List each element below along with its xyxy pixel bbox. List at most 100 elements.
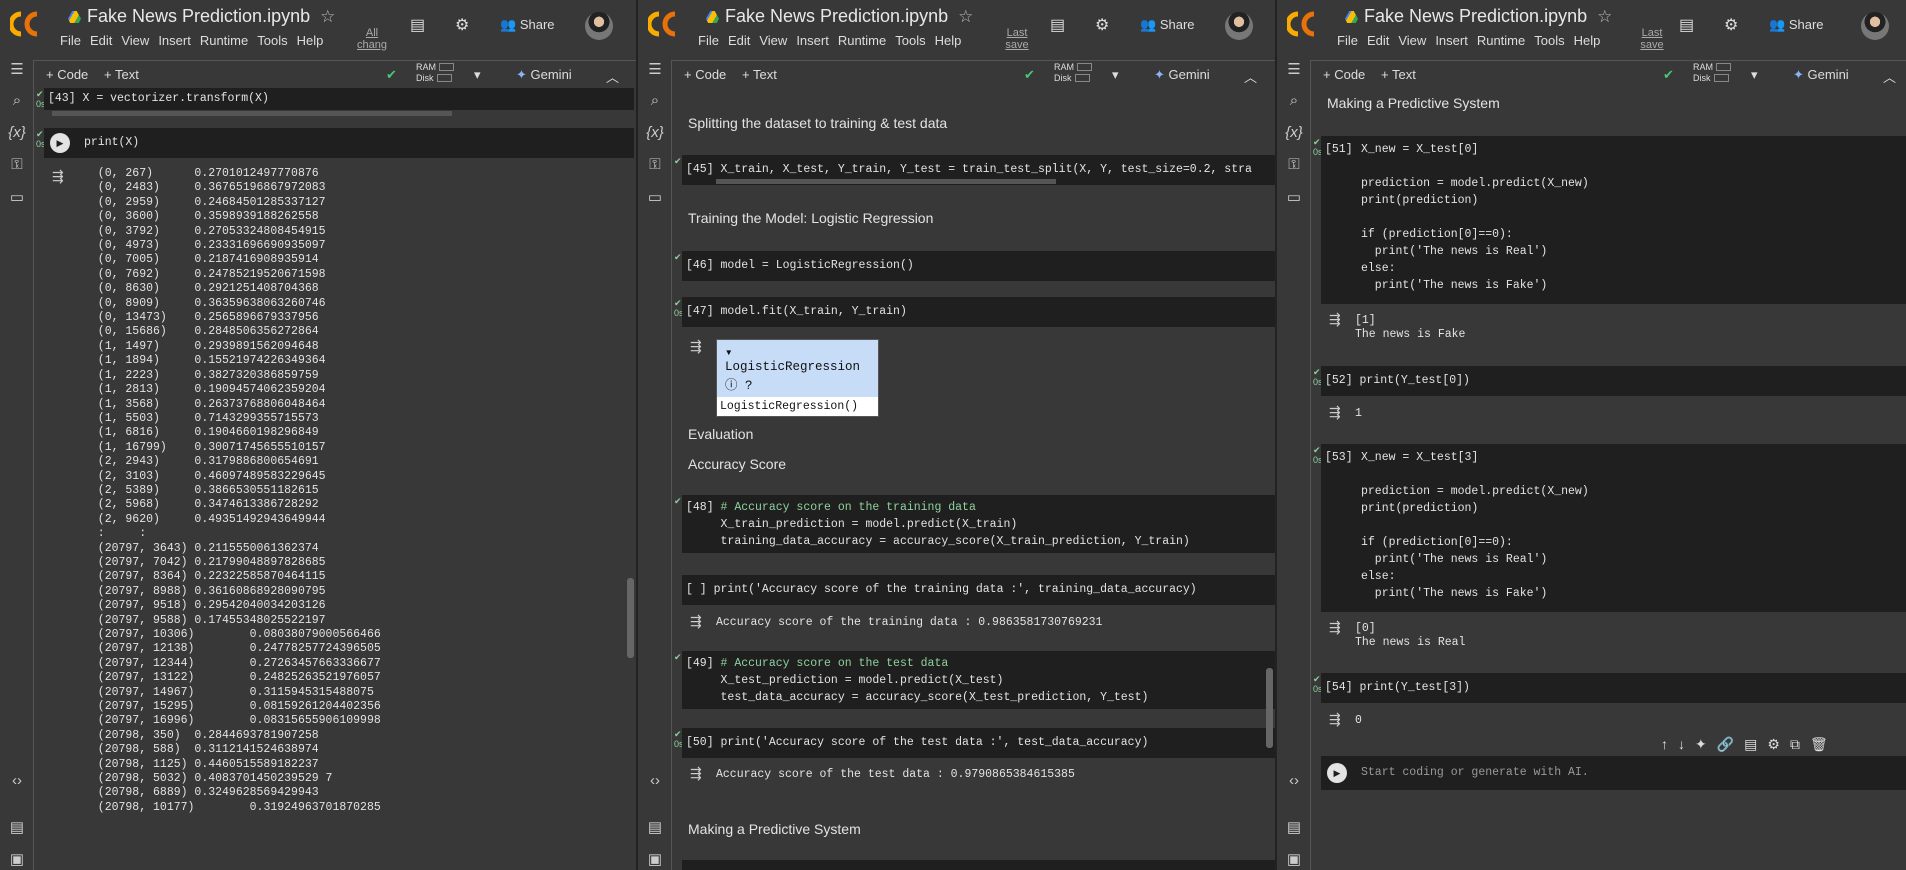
cell-code[interactable]: [52] print(Y_test[0]) bbox=[1321, 366, 1906, 396]
run-cell-button[interactable]: ▶ bbox=[1327, 763, 1347, 783]
search-icon[interactable]: ⌕ bbox=[6, 92, 28, 109]
info-icon[interactable]: ⓘ ? bbox=[725, 379, 753, 393]
run-cell-button[interactable]: ▶ bbox=[50, 133, 70, 153]
menu-file[interactable]: File bbox=[698, 33, 719, 48]
cell-code[interactable]: [54] print(Y_test[3]) bbox=[1321, 673, 1906, 703]
model-repr-header[interactable]: ▾ LogisticRegression ⓘ ? bbox=[717, 340, 878, 397]
next-cell-peek[interactable] bbox=[682, 860, 1275, 870]
output-toggle-icon[interactable]: ⇶ bbox=[690, 613, 702, 630]
save-status[interactable]: All chang bbox=[355, 27, 389, 57]
move-up-icon[interactable]: ↑ bbox=[1661, 736, 1668, 752]
collapse-toolbar-icon[interactable]: ︿ bbox=[1244, 67, 1257, 86]
gemini-button[interactable]: ✦ Gemini bbox=[1793, 67, 1849, 83]
output-toggle-icon[interactable]: ⇶ bbox=[1329, 311, 1341, 328]
menu-edit[interactable]: Edit bbox=[90, 33, 112, 48]
add-text-button[interactable]: + Text bbox=[1381, 67, 1416, 82]
menu-runtime[interactable]: Runtime bbox=[200, 33, 248, 48]
gemini-sparkle-icon[interactable]: ✦ bbox=[1695, 736, 1707, 752]
folder-icon[interactable]: ▭ bbox=[1283, 188, 1305, 206]
cell-code[interactable]: [53] X_new = X_test[3] prediction = model… bbox=[1321, 444, 1906, 612]
horizontal-scrollbar[interactable] bbox=[716, 179, 1056, 184]
share-button[interactable]: 👥 Share bbox=[1769, 17, 1824, 33]
menu-help[interactable]: Help bbox=[297, 33, 324, 48]
runtime-dropdown-icon[interactable]: ▾ bbox=[1751, 67, 1758, 83]
menu-file[interactable]: File bbox=[1337, 33, 1358, 48]
output-toggle-icon[interactable]: ⇶ bbox=[690, 338, 702, 355]
variables-icon[interactable]: {x} bbox=[1283, 124, 1305, 141]
ram-disk-indicator[interactable]: RAM Disk bbox=[1054, 62, 1092, 84]
avatar[interactable] bbox=[1225, 12, 1253, 40]
share-button[interactable]: 👥 Share bbox=[1140, 17, 1195, 33]
add-code-button[interactable]: + Code bbox=[1323, 67, 1365, 82]
delete-icon[interactable]: 🗑 bbox=[1810, 736, 1828, 752]
cell-code[interactable]: [48] # Accuracy score on the training da… bbox=[682, 495, 1275, 553]
menu-help[interactable]: Help bbox=[1574, 33, 1601, 48]
ram-disk-indicator[interactable]: RAM Disk bbox=[416, 62, 454, 84]
menu-insert[interactable]: Insert bbox=[796, 33, 829, 48]
colab-logo-icon[interactable] bbox=[10, 10, 48, 38]
add-code-button[interactable]: + Code bbox=[46, 67, 88, 82]
gemini-button[interactable]: ✦ Gemini bbox=[1154, 67, 1210, 83]
new-cell-input[interactable]: Start coding or generate with AI. bbox=[1321, 756, 1906, 790]
toc-icon[interactable]: ☰ bbox=[1283, 60, 1305, 78]
gemini-button[interactable]: ✦ Gemini bbox=[516, 67, 572, 83]
comment-icon[interactable]: ▤ bbox=[1050, 15, 1065, 35]
menu-tools[interactable]: Tools bbox=[257, 33, 287, 48]
comment-icon[interactable]: ▤ bbox=[1744, 736, 1757, 752]
menu-view[interactable]: View bbox=[1398, 33, 1426, 48]
output-toggle-icon[interactable]: ⇶ bbox=[1329, 404, 1341, 421]
menu-edit[interactable]: Edit bbox=[1367, 33, 1389, 48]
add-text-button[interactable]: + Text bbox=[742, 67, 777, 82]
code-snippets-icon[interactable]: ‹› bbox=[6, 772, 28, 789]
search-icon[interactable]: ⌕ bbox=[1283, 92, 1305, 109]
code-snippets-icon[interactable]: ‹› bbox=[1283, 772, 1305, 789]
menu-tools[interactable]: Tools bbox=[895, 33, 925, 48]
cell-code[interactable]: [43] X = vectorizer.transform(X) bbox=[44, 88, 634, 110]
menu-edit[interactable]: Edit bbox=[728, 33, 750, 48]
menu-file[interactable]: File bbox=[60, 33, 81, 48]
variables-icon[interactable]: {x} bbox=[644, 124, 666, 141]
horizontal-scrollbar[interactable] bbox=[52, 111, 452, 116]
menu-help[interactable]: Help bbox=[935, 33, 962, 48]
model-repr-widget[interactable]: ▾ LogisticRegression ⓘ ? LogisticRegress… bbox=[716, 339, 879, 417]
variables-icon[interactable]: {x} bbox=[6, 124, 28, 141]
menu-runtime[interactable]: Runtime bbox=[838, 33, 886, 48]
runtime-dropdown-icon[interactable]: ▾ bbox=[474, 67, 481, 83]
link-icon[interactable]: 🔗 bbox=[1717, 736, 1734, 752]
add-code-button[interactable]: + Code bbox=[684, 67, 726, 82]
collapse-toolbar-icon[interactable]: ︿ bbox=[606, 67, 619, 86]
menu-runtime[interactable]: Runtime bbox=[1477, 33, 1525, 48]
menu-insert[interactable]: Insert bbox=[158, 33, 191, 48]
avatar[interactable] bbox=[1861, 12, 1889, 40]
star-icon[interactable]: ☆ bbox=[320, 7, 335, 26]
gear-icon[interactable]: ⚙ bbox=[455, 15, 469, 35]
search-icon[interactable]: ⌕ bbox=[644, 92, 666, 109]
vertical-scrollbar[interactable] bbox=[1266, 668, 1273, 748]
star-icon[interactable]: ☆ bbox=[958, 7, 973, 26]
menu-view[interactable]: View bbox=[121, 33, 149, 48]
command-palette-icon[interactable]: ▤ bbox=[6, 818, 28, 836]
gear-icon[interactable]: ⚙ bbox=[1095, 15, 1109, 35]
toc-icon[interactable]: ☰ bbox=[6, 60, 28, 78]
save-status[interactable]: Last save bbox=[1000, 27, 1034, 57]
output-toggle-icon[interactable]: ⇶ bbox=[52, 168, 64, 185]
notebook-title[interactable]: Fake News Prediction.ipynb ☆ bbox=[68, 6, 335, 27]
comment-icon[interactable]: ▤ bbox=[1679, 15, 1694, 35]
colab-logo-icon[interactable] bbox=[1287, 10, 1325, 38]
command-palette-icon[interactable]: ▤ bbox=[1283, 818, 1305, 836]
terminal-icon[interactable]: ▣ bbox=[644, 850, 666, 868]
menu-view[interactable]: View bbox=[759, 33, 787, 48]
key-icon[interactable]: ⚿ bbox=[644, 156, 666, 173]
colab-logo-icon[interactable] bbox=[648, 10, 686, 38]
comment-icon[interactable]: ▤ bbox=[410, 15, 425, 35]
runtime-dropdown-icon[interactable]: ▾ bbox=[1112, 67, 1119, 83]
toc-icon[interactable]: ☰ bbox=[644, 60, 666, 78]
cell-code[interactable]: [49] # Accuracy score on the test data X… bbox=[682, 651, 1275, 709]
cell-code[interactable]: [50] print('Accuracy score of the test d… bbox=[682, 728, 1275, 758]
avatar[interactable] bbox=[585, 12, 613, 40]
key-icon[interactable]: ⚿ bbox=[6, 156, 28, 173]
star-icon[interactable]: ☆ bbox=[1597, 7, 1612, 26]
key-icon[interactable]: ⚿ bbox=[1283, 156, 1305, 173]
share-button[interactable]: 👥 Share bbox=[500, 17, 555, 33]
collapse-toolbar-icon[interactable]: ︿ bbox=[1883, 67, 1896, 86]
